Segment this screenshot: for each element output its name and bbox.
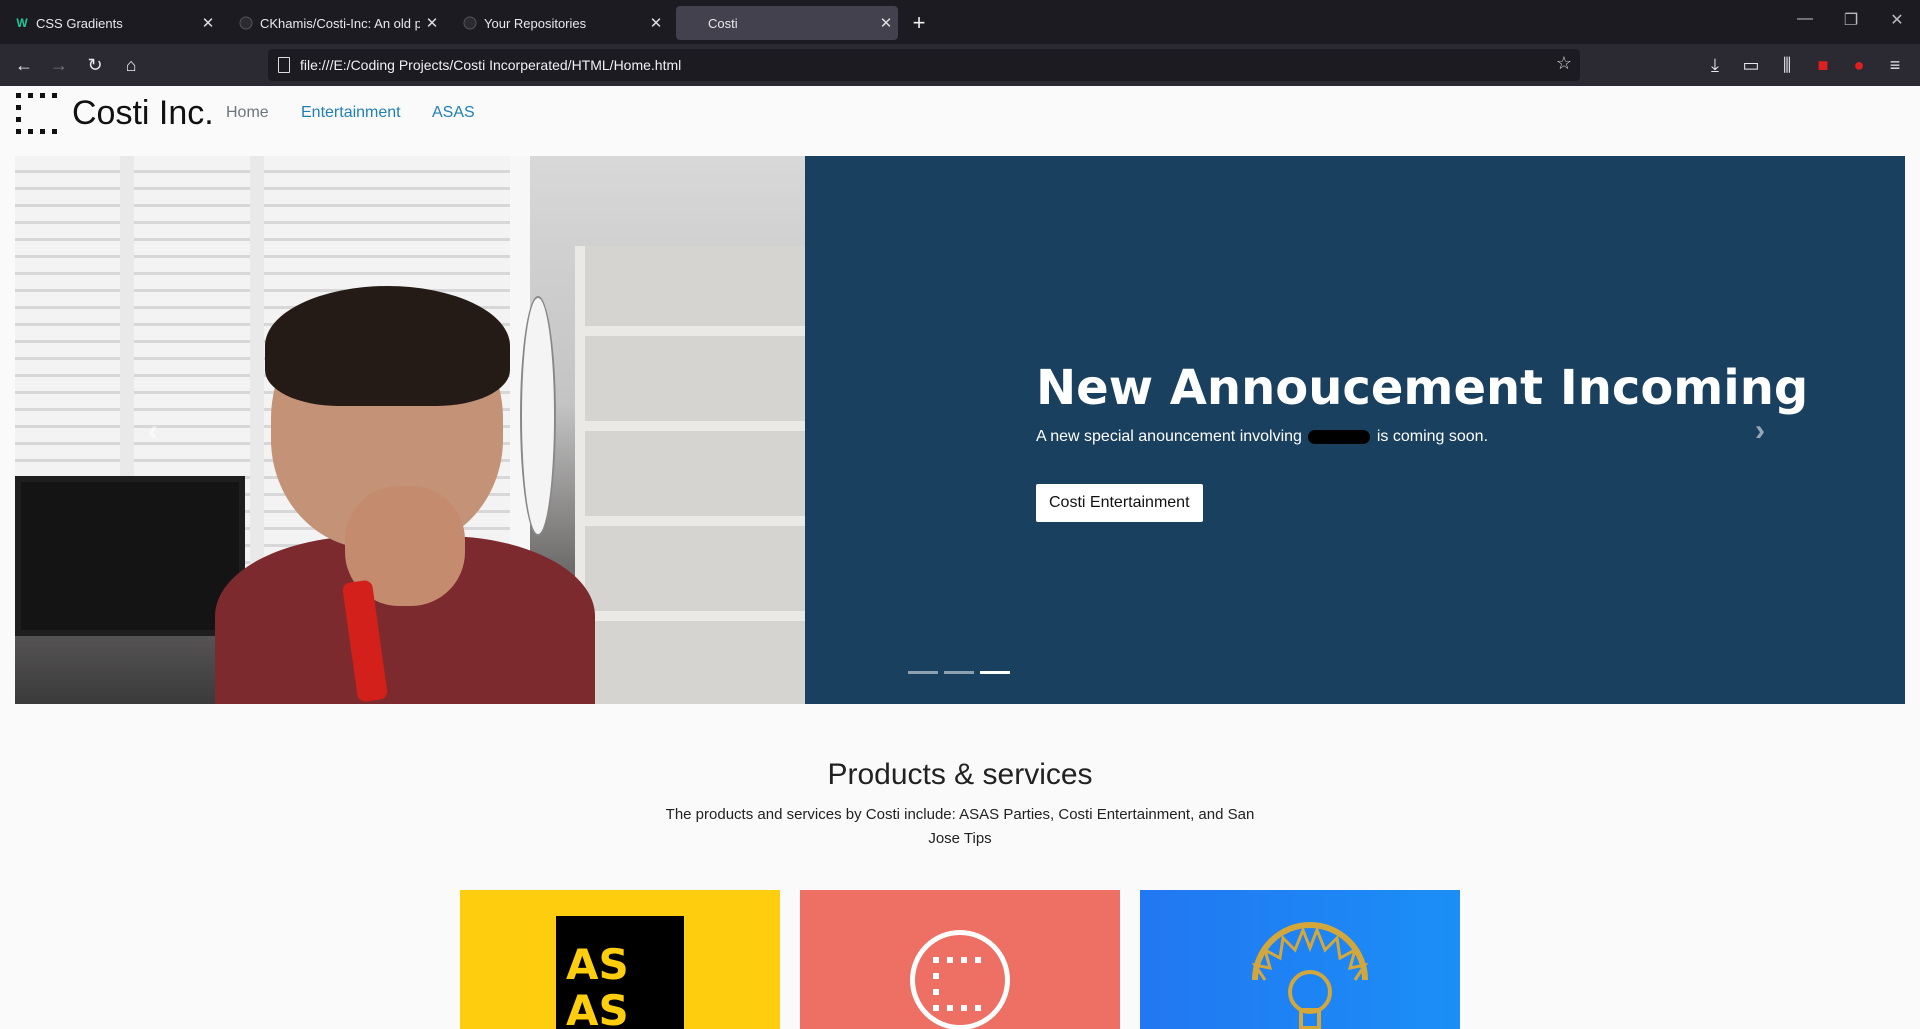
asas-card[interactable]: AS AS [460,890,780,1029]
section-text: The products and services by Costi inclu… [665,806,1255,847]
san-jose-tips-card[interactable] [1140,890,1460,1029]
carousel-next-icon[interactable]: › [1755,414,1765,448]
costi-logo-icon[interactable] [16,93,57,134]
tab-costi[interactable]: Costi ✕ [676,6,898,40]
close-window-icon[interactable]: ✕ [1882,10,1912,30]
carousel-indicator[interactable] [908,671,938,674]
tab-css-gradients[interactable]: W CSS Gradients ✕ [4,6,220,40]
carousel-indicator[interactable] [944,671,974,674]
back-icon[interactable]: ← [10,52,38,78]
close-icon[interactable]: ✕ [644,14,668,32]
lightbulb-icon [1251,922,1369,1029]
section-title: Products & services [827,758,1093,791]
github-icon [238,15,254,31]
carousel-indicators [908,671,1010,674]
w-logo-icon: W [16,16,28,30]
nav-asas[interactable]: ASAS [432,104,475,122]
blank-page-icon [686,15,702,31]
carousel-prev-icon[interactable]: ‹ [148,414,158,448]
carousel-indicator-active[interactable] [980,671,1010,674]
nav-home[interactable]: Home [226,104,269,122]
nav-entertainment[interactable]: Entertainment [301,104,401,122]
address-bar[interactable]: file:///E:/Coding Projects/Costi Incorpe… [268,49,1580,81]
tab-title: CSS Gradients [36,15,123,31]
url-text[interactable]: file:///E:/Coding Projects/Costi Incorpe… [300,57,681,73]
tab-title: CKhamis/Costi-Inc: An old proj [260,15,420,31]
minimize-icon[interactable]: — [1790,10,1820,28]
web-page: Costi Inc. Home Entertainment ASAS New A… [0,86,1920,1029]
page-icon [278,57,290,73]
slide-text: A new special anouncement involving is c… [1036,428,1489,445]
close-icon[interactable]: ✕ [420,14,444,32]
browser-tab-bar: W CSS Gradients ✕ CKhamis/Costi-Inc: An … [0,0,1920,44]
costi-entertainment-button[interactable]: Costi Entertainment [1036,484,1203,522]
download-icon[interactable]: ⤓ [1701,52,1729,78]
browser-toolbar: ← → ↻ ⌂ file:///E:/Coding Projects/Costi… [0,44,1920,86]
slide-title: New Annoucement Incoming [1036,360,1809,416]
tab-ckhamis-repo[interactable]: CKhamis/Costi-Inc: An old proj ✕ [228,6,444,40]
brand-name[interactable]: Costi Inc. [72,94,214,133]
hero-carousel: New Annoucement Incoming A new special a… [15,156,1905,704]
close-icon[interactable]: ✕ [874,14,898,32]
library-icon[interactable]: ⫼ [1773,52,1801,78]
tab-title: Your Repositories [484,15,587,31]
close-icon[interactable]: ✕ [196,14,220,32]
tab-title: Costi [708,15,738,31]
redaction-mark [1308,429,1371,444]
costi-entertainment-logo-icon [910,930,1010,1029]
asas-logo: AS AS [556,916,684,1029]
tab-your-repositories[interactable]: Your Repositories ✕ [452,6,668,40]
hero-photo [15,156,805,704]
github-icon [462,15,478,31]
forward-icon[interactable]: → [45,52,73,78]
extension-icon[interactable]: ■ [1809,52,1837,78]
entertainment-card[interactable] [800,890,1120,1029]
restore-icon[interactable]: ❐ [1836,10,1866,30]
navbar: Costi Inc. Home Entertainment ASAS [0,86,1920,156]
home-icon[interactable]: ⌂ [117,52,145,78]
menu-icon[interactable]: ≡ [1881,52,1909,78]
reload-icon[interactable]: ↻ [81,52,109,78]
new-tab-button[interactable]: + [907,10,931,36]
reader-view-icon[interactable]: ▭ [1737,52,1765,78]
bookmark-star-icon[interactable]: ☆ [1556,53,1572,74]
adblock-icon[interactable]: ● [1845,52,1873,78]
slide-caption: New Annoucement Incoming A new special a… [1036,360,1809,522]
